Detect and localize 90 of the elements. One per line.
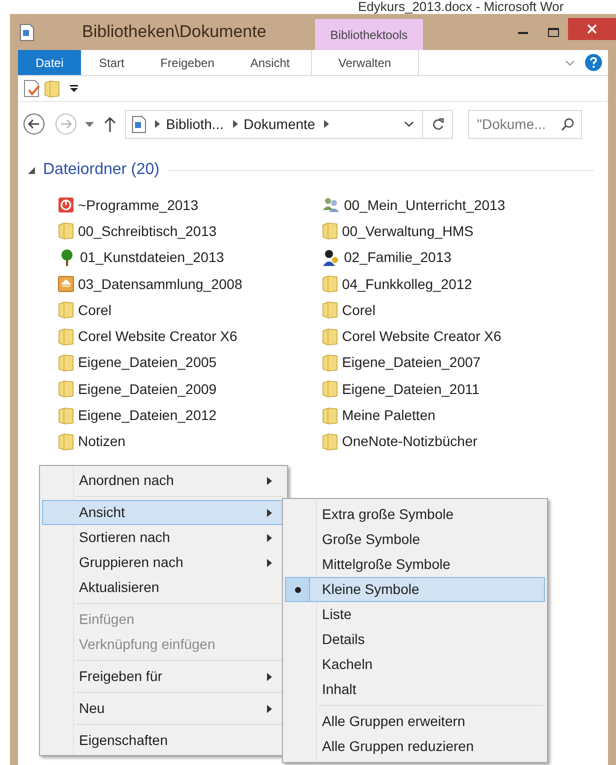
- menu-item[interactable]: Liste: [285, 602, 545, 627]
- refresh-icon[interactable]: [432, 118, 444, 130]
- menu-item[interactable]: Neu: [42, 696, 285, 721]
- menu-item[interactable]: Kacheln: [285, 652, 545, 677]
- folder-item[interactable]: Eigene_Dateien_2011: [322, 376, 604, 402]
- maximize-icon: [548, 28, 558, 36]
- ribbon-tab[interactable]: Start: [81, 50, 142, 75]
- person-icon: [322, 248, 340, 267]
- folder-item[interactable]: 01_Kunstdateien_2013: [58, 244, 322, 271]
- menu-item[interactable]: Eigenschaften: [42, 728, 285, 753]
- menu-item[interactable]: Große Symbole: [285, 527, 545, 552]
- folder-item[interactable]: 02_Familie_2013: [322, 244, 604, 271]
- back-icon[interactable]: [23, 113, 45, 135]
- menu-item[interactable]: Ansicht: [42, 500, 285, 525]
- folder-item[interactable]: 00_Verwaltung_HMS: [322, 218, 604, 245]
- menu-item[interactable]: Extra große Symbole: [285, 502, 545, 527]
- folder-icon: [58, 301, 74, 320]
- menu-item[interactable]: Alle Gruppen reduzieren: [285, 734, 545, 759]
- folder-icon: [322, 354, 338, 372]
- folder-item[interactable]: Eigene_Dateien_2012: [58, 402, 322, 429]
- collapse-triangle-icon[interactable]: [28, 166, 35, 174]
- ribbon-tab[interactable]: Freigeben: [142, 50, 232, 75]
- chevron-down-icon[interactable]: [404, 121, 414, 127]
- menu-item[interactable]: Aktualisieren: [42, 575, 285, 600]
- menu-item[interactable]: Details: [285, 627, 545, 652]
- address-field[interactable]: Biblioth... Dokumente: [125, 110, 453, 138]
- group-header[interactable]: Dateiordner (20): [43, 158, 160, 182]
- folder-icon: [58, 354, 74, 372]
- menu-item[interactable]: Gruppieren nach: [42, 550, 285, 575]
- menu-item[interactable]: Kleine Symbole: [285, 577, 545, 602]
- folder-icon: [322, 406, 338, 425]
- folder-item[interactable]: ~Programme_2013: [58, 192, 322, 218]
- folder-icon: [58, 432, 74, 451]
- folder-icon: [58, 406, 74, 425]
- folder-item[interactable]: 00_Schreibtisch_2013: [58, 218, 322, 245]
- folder-item[interactable]: 00_Mein_Unterricht_2013: [322, 192, 604, 218]
- folder-item[interactable]: OneNote-Notizbücher: [322, 428, 604, 455]
- breadcrumb-arrow-icon: [324, 120, 330, 128]
- breadcrumb-arrow-icon: [232, 120, 238, 128]
- help-icon: [585, 54, 602, 71]
- properties-icon[interactable]: [24, 80, 40, 97]
- folder-item[interactable]: Meine Paletten: [322, 402, 604, 429]
- folder-icon: [322, 380, 338, 398]
- folder-item[interactable]: Corel Website Creator X6: [58, 323, 322, 350]
- customize-arrow-icon[interactable]: [70, 84, 78, 92]
- folder-icon: [322, 222, 338, 240]
- menu-item[interactable]: Sortieren nach: [42, 525, 285, 550]
- folder-item[interactable]: Eigene_Dateien_2007: [322, 350, 604, 376]
- document-icon: [20, 24, 34, 40]
- ribbon-tab[interactable]: Datei: [18, 50, 81, 75]
- folder-icon: [44, 80, 60, 98]
- search-field[interactable]: "Dokume...: [468, 110, 582, 138]
- ribbon-tab[interactable]: Verwalten: [310, 50, 419, 75]
- breadcrumb-arrow-icon: [155, 120, 160, 128]
- chevron-down-icon: [565, 60, 575, 66]
- menu-item[interactable]: Alle Gruppen erweitern: [285, 709, 545, 734]
- folder-item[interactable]: 03_Datensammlung_2008: [58, 270, 322, 298]
- folder-item[interactable]: 04_Funkkolleg_2012: [322, 270, 604, 298]
- users-icon: [322, 197, 340, 214]
- menu-item[interactable]: Anordnen nach: [42, 468, 285, 493]
- ribbon-tab[interactable]: Ansicht: [232, 50, 308, 75]
- menu-item[interactable]: Freigeben für: [42, 664, 285, 689]
- folder-item[interactable]: Notizen: [58, 428, 322, 455]
- menu-item[interactable]: Inhalt: [285, 677, 545, 702]
- close-button[interactable]: [568, 18, 616, 40]
- document-icon: [132, 116, 146, 132]
- close-icon: [587, 24, 597, 34]
- context-tab-header: Bibliothektools: [315, 19, 423, 50]
- menu-item[interactable]: Mittelgroße Symbole: [285, 552, 545, 577]
- folder-icon: [58, 222, 74, 240]
- power-icon: [58, 197, 74, 214]
- dropdown-caret-icon[interactable]: [85, 122, 94, 126]
- folder-icon: [322, 432, 338, 451]
- folder-icon: [58, 380, 74, 398]
- folder-item[interactable]: Corel: [58, 297, 322, 324]
- folder-item[interactable]: Corel Website Creator X6: [322, 323, 604, 350]
- breadcrumb[interactable]: Dokumente: [244, 114, 316, 134]
- search-icon: [561, 118, 574, 130]
- up-arrow-icon[interactable]: [104, 116, 116, 132]
- folder-icon: [322, 275, 338, 294]
- minimize-icon: [518, 30, 528, 34]
- folder-icon: [322, 301, 338, 320]
- background-window-title: Edykurs_2013.docx - Microsoft Wor: [358, 0, 564, 14]
- folder-item[interactable]: Eigene_Dateien_2009: [58, 376, 322, 402]
- breadcrumb[interactable]: Biblioth...: [166, 114, 224, 134]
- folder-icon: [322, 328, 338, 346]
- folder-item[interactable]: Corel: [322, 297, 604, 324]
- folder-icon: [58, 328, 74, 346]
- folder-item[interactable]: Eigene_Dateien_2005: [58, 350, 322, 376]
- window-title: Bibliotheken\Dokumente: [82, 21, 266, 44]
